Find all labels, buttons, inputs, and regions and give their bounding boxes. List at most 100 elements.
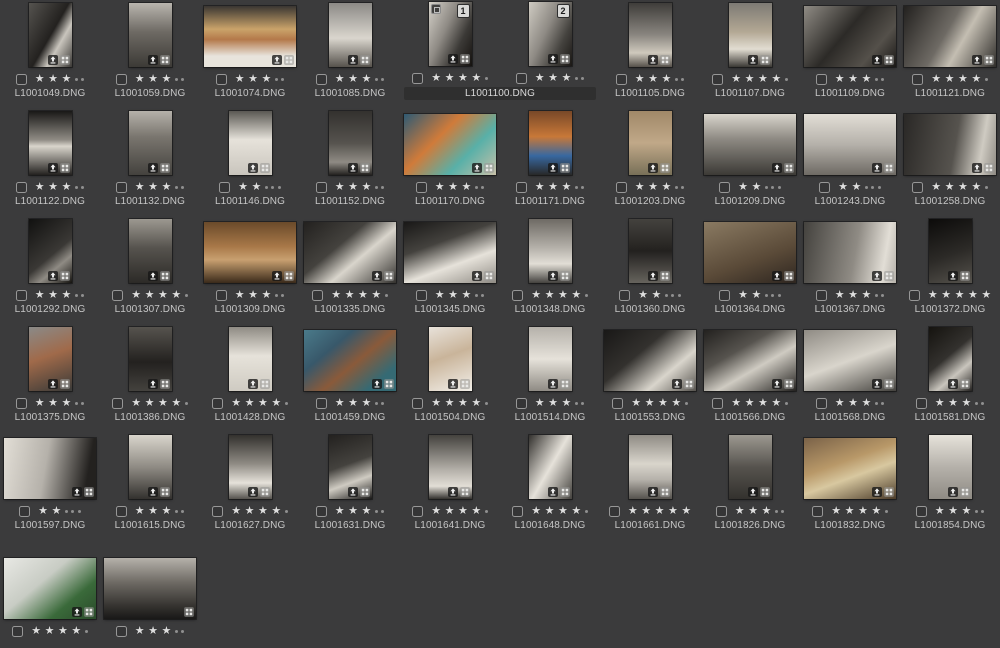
star-empty-dot-icon[interactable]: [981, 510, 984, 513]
star-filled-icon[interactable]: ★: [945, 182, 955, 193]
star-filled-icon[interactable]: ★: [348, 182, 358, 193]
photo-thumbnail[interactable]: [804, 330, 896, 391]
thumbnail-cell[interactable]: ★★★★L1001641.DNG: [400, 432, 500, 540]
photo-thumbnail[interactable]: [804, 114, 896, 175]
photo-thumbnail[interactable]: [129, 435, 172, 499]
star-filled-icon[interactable]: ★: [161, 182, 171, 193]
star-rating[interactable]: ★★★: [635, 73, 685, 85]
thumbnail-cell[interactable]: ★★★L1001074.DNG: [200, 0, 300, 108]
star-filled-icon[interactable]: ★: [48, 398, 58, 409]
thumbnail-cell[interactable]: ★★★L1001631.DNG: [300, 432, 400, 540]
star-filled-icon[interactable]: ★: [648, 74, 658, 85]
select-checkbox[interactable]: [219, 182, 230, 193]
star-rating[interactable]: ★★★: [535, 397, 585, 409]
thumbnail-cell[interactable]: ★★★L1001615.DNG: [100, 432, 200, 540]
thumbnail-cell[interactable]: ★★★★L1001121.DNG: [900, 0, 1000, 108]
select-checkbox[interactable]: [16, 398, 27, 409]
thumbnail-cell[interactable]: ★★★L1001826.DNG: [700, 432, 800, 540]
thumbnail-cell[interactable]: ★★★L1001854.DNG: [900, 432, 1000, 540]
photo-thumbnail[interactable]: [304, 222, 396, 283]
photo-thumbnail[interactable]: [429, 327, 472, 391]
star-filled-icon[interactable]: ★: [958, 74, 968, 85]
photo-thumbnail[interactable]: [529, 435, 572, 499]
photo-thumbnail[interactable]: [129, 219, 172, 283]
star-filled-icon[interactable]: ★: [671, 398, 681, 409]
photo-thumbnail[interactable]: [329, 111, 372, 175]
star-rating[interactable]: ★★: [738, 181, 781, 193]
star-filled-icon[interactable]: ★: [658, 398, 668, 409]
star-filled-icon[interactable]: ★: [752, 182, 762, 193]
thumbnail-cell[interactable]: ★★★L1001170.DNG: [400, 108, 500, 216]
photo-thumbnail[interactable]: [29, 327, 72, 391]
star-filled-icon[interactable]: ★: [458, 506, 468, 517]
thumbnail-cell[interactable]: ★★L1001146.DNG: [200, 108, 300, 216]
photo-thumbnail[interactable]: [729, 3, 772, 67]
photo-thumbnail[interactable]: [929, 435, 972, 499]
star-filled-icon[interactable]: ★: [771, 74, 781, 85]
star-empty-dot-icon[interactable]: [875, 294, 878, 297]
star-filled-icon[interactable]: ★: [928, 290, 938, 301]
select-checkbox[interactable]: [716, 506, 727, 517]
star-filled-icon[interactable]: ★: [558, 290, 568, 301]
star-filled-icon[interactable]: ★: [348, 506, 358, 517]
photo-thumbnail[interactable]: [29, 3, 72, 67]
star-empty-dot-icon[interactable]: [985, 78, 988, 81]
star-rating[interactable]: ★★★★: [431, 72, 488, 84]
photo-thumbnail[interactable]: 2: [529, 2, 572, 66]
select-checkbox[interactable]: [816, 74, 827, 85]
thumbnail-cell[interactable]: ★★★L1001109.DNG: [800, 0, 900, 108]
star-filled-icon[interactable]: ★: [461, 290, 471, 301]
star-filled-icon[interactable]: ★: [631, 398, 641, 409]
star-filled-icon[interactable]: ★: [968, 290, 978, 301]
thumbnail-cell[interactable]: ★★★L1001367.DNG: [800, 216, 900, 324]
star-empty-dot-icon[interactable]: [975, 402, 978, 405]
star-filled-icon[interactable]: ★: [235, 74, 245, 85]
star-filled-icon[interactable]: ★: [635, 74, 645, 85]
thumbnail-cell[interactable]: ★★★★L1001107.DNG: [700, 0, 800, 108]
star-filled-icon[interactable]: ★: [745, 74, 755, 85]
photo-thumbnail[interactable]: [329, 435, 372, 499]
select-checkbox[interactable]: [619, 290, 630, 301]
star-filled-icon[interactable]: ★: [738, 290, 748, 301]
star-empty-dot-icon[interactable]: [475, 186, 478, 189]
star-filled-icon[interactable]: ★: [161, 74, 171, 85]
star-filled-icon[interactable]: ★: [361, 398, 371, 409]
select-checkbox[interactable]: [416, 182, 427, 193]
star-filled-icon[interactable]: ★: [71, 626, 81, 637]
select-checkbox[interactable]: [116, 74, 127, 85]
star-filled-icon[interactable]: ★: [35, 182, 45, 193]
star-empty-dot-icon[interactable]: [275, 78, 278, 81]
photo-thumbnail[interactable]: [704, 330, 796, 391]
star-filled-icon[interactable]: ★: [461, 182, 471, 193]
photo-thumbnail[interactable]: [729, 435, 772, 499]
star-empty-dot-icon[interactable]: [181, 78, 184, 81]
select-checkbox[interactable]: [316, 506, 327, 517]
photo-thumbnail[interactable]: [204, 6, 296, 67]
thumbnail-cell[interactable]: ★★★★L1001566.DNG: [700, 324, 800, 432]
star-filled-icon[interactable]: ★: [861, 290, 871, 301]
star-empty-dot-icon[interactable]: [185, 402, 188, 405]
star-rating[interactable]: ★★★★: [531, 289, 588, 301]
star-filled-icon[interactable]: ★: [135, 182, 145, 193]
select-checkbox[interactable]: [212, 398, 223, 409]
thumbnail-cell[interactable]: ★★★★L1001504.DNG: [400, 324, 500, 432]
star-empty-dot-icon[interactable]: [981, 402, 984, 405]
star-empty-dot-icon[interactable]: [381, 402, 384, 405]
select-checkbox[interactable]: [616, 74, 627, 85]
star-rating[interactable]: ★★★★: [931, 73, 988, 85]
thumbnail-cell[interactable]: ★★★★: [0, 540, 100, 648]
star-filled-icon[interactable]: ★: [58, 626, 68, 637]
star-filled-icon[interactable]: ★: [758, 398, 768, 409]
photo-thumbnail[interactable]: [329, 3, 372, 67]
star-filled-icon[interactable]: ★: [48, 290, 58, 301]
select-checkbox[interactable]: [316, 74, 327, 85]
select-checkbox[interactable]: [412, 506, 423, 517]
star-filled-icon[interactable]: ★: [52, 506, 62, 517]
select-checkbox[interactable]: [316, 398, 327, 409]
photo-thumbnail[interactable]: [529, 219, 572, 283]
star-filled-icon[interactable]: ★: [635, 182, 645, 193]
star-rating[interactable]: ★★★★: [231, 505, 288, 517]
star-filled-icon[interactable]: ★: [131, 398, 141, 409]
star-rating[interactable]: ★★★: [135, 505, 185, 517]
star-empty-dot-icon[interactable]: [575, 77, 578, 80]
